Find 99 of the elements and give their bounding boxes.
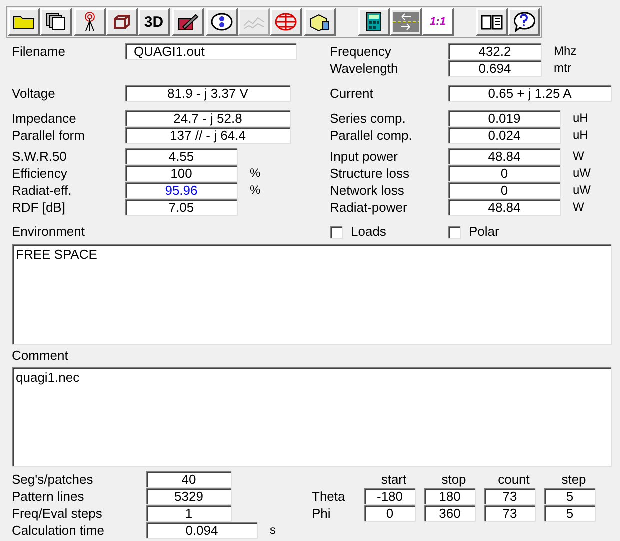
unit-label: mtr: [554, 60, 572, 77]
value-field[interactable]: 0: [448, 165, 561, 182]
field-label: Seg's/patches: [12, 471, 94, 488]
unit-label: uW: [573, 165, 591, 182]
pencil-edit-icon: [177, 13, 199, 31]
value-field[interactable]: 81.9 - j 3.37 V: [125, 85, 291, 102]
field-label: Radiat-eff.: [12, 182, 73, 199]
field-label: Pattern lines: [12, 488, 86, 505]
field-label: Parallel form: [12, 127, 86, 144]
calculator-icon: [366, 12, 382, 32]
package-icon: [309, 13, 331, 31]
value-field[interactable]: 5: [544, 505, 596, 522]
unit-label: W: [573, 199, 584, 216]
field-label: Series comp.: [330, 110, 407, 127]
field-label: Parallel comp.: [330, 127, 414, 144]
toolbar-button[interactable]: [74, 8, 106, 36]
value-field[interactable]: 0.024: [448, 127, 561, 144]
unit-label: uH: [573, 127, 588, 144]
value-field[interactable]: 100: [125, 165, 238, 182]
comment-text-area[interactable]: quagi1.nec: [12, 367, 612, 467]
row-label: Phi: [312, 505, 332, 522]
cube-icon: [113, 14, 131, 30]
toolbar-button[interactable]: 3D: [138, 8, 170, 36]
toolbar-button[interactable]: [476, 8, 508, 36]
field-label: Input power: [330, 148, 399, 165]
column-header: count: [497, 471, 531, 488]
value-field[interactable]: 48.84: [448, 148, 561, 165]
unit-label: uW: [573, 182, 591, 199]
value-field[interactable]: 1: [146, 505, 232, 522]
value-field[interactable]: 73: [484, 505, 536, 522]
field-label: Voltage: [12, 85, 56, 102]
floppy-disk-icon: [46, 13, 66, 31]
toolbar-button[interactable]: 1:1: [422, 8, 454, 36]
value-field[interactable]: 95.96: [125, 182, 238, 199]
value-field[interactable]: 48.84: [448, 199, 561, 216]
toolbar-button[interactable]: [172, 8, 204, 36]
value-field[interactable]: 40: [146, 471, 232, 488]
value-field[interactable]: 73: [484, 488, 536, 505]
value-field[interactable]: 0.694: [448, 60, 542, 77]
field-label: Freq/Eval steps: [12, 505, 104, 522]
globe-icon: [275, 13, 297, 31]
toolbar-button[interactable]: [358, 8, 390, 36]
value-field[interactable]: -180: [364, 488, 416, 505]
help-icon: [513, 12, 535, 32]
unit-label: %: [250, 165, 261, 182]
field-label: Efficiency: [12, 165, 68, 182]
eye-icon: [211, 13, 233, 31]
field-label: Network loss: [330, 182, 406, 199]
field-label: Radiat-power: [330, 199, 408, 216]
environment-text-area[interactable]: FREE SPACE: [12, 244, 612, 345]
value-field[interactable]: 24.7 - j 52.8: [125, 110, 291, 127]
value-field[interactable]: 0.019: [448, 110, 561, 127]
value-field[interactable]: QUAGI1.out: [125, 43, 297, 60]
field-label: S.W.R.50: [12, 148, 68, 165]
column-header: step: [560, 471, 588, 488]
field-label: Wavelength: [330, 60, 400, 77]
checkbox-label: Loads: [351, 223, 386, 242]
field-label: Impedance: [12, 110, 78, 127]
column-header: start: [380, 471, 408, 488]
value-field[interactable]: 0: [364, 505, 416, 522]
field-label: Structure loss: [330, 165, 410, 182]
value-field[interactable]: 0: [448, 182, 561, 199]
book-icon: [481, 14, 503, 30]
antenna-icon: [82, 12, 98, 32]
value-field[interactable]: 137 // - j 64.4: [125, 127, 291, 144]
row-label: Theta: [312, 488, 346, 505]
unit-label: uH: [573, 110, 588, 127]
toolbar-button[interactable]: [508, 8, 540, 36]
field-label: Environment: [12, 224, 85, 239]
field-label: Comment: [12, 347, 68, 364]
field-label: Current: [330, 85, 374, 102]
field-label: Frequency: [330, 43, 392, 60]
value-field[interactable]: 0.65 + j 1.25 A: [448, 85, 612, 102]
field-label: Calculation time: [12, 522, 106, 539]
toolbar-button[interactable]: [8, 8, 40, 36]
toolbar-button[interactable]: [206, 8, 238, 36]
value-field[interactable]: 5: [544, 488, 596, 505]
value-field[interactable]: 0.094: [146, 522, 258, 539]
unit-label: %: [250, 182, 261, 199]
field-label: RDF [dB]: [12, 199, 66, 216]
value-field[interactable]: 7.05: [125, 199, 238, 216]
value-field[interactable]: 432.2: [448, 43, 542, 60]
arrows-icon: [393, 12, 419, 32]
checkbox[interactable]: [448, 226, 461, 238]
value-field[interactable]: 4.55: [125, 148, 238, 165]
unit-label: W: [573, 148, 584, 165]
field-label: Filename: [12, 43, 66, 61]
toolbar-button[interactable]: [40, 8, 72, 36]
value-field[interactable]: 360: [424, 505, 476, 522]
column-header: stop: [440, 471, 468, 488]
checkbox-label: Polar: [469, 223, 500, 242]
folder-icon: [13, 14, 35, 30]
checkbox[interactable]: [330, 226, 343, 238]
toolbar-button[interactable]: [106, 8, 138, 36]
value-field[interactable]: 180: [424, 488, 476, 505]
unit-label: s: [270, 522, 276, 539]
unit-label: Mhz: [554, 43, 577, 60]
value-field[interactable]: 5329: [146, 488, 232, 505]
toolbar-button[interactable]: [304, 8, 336, 36]
